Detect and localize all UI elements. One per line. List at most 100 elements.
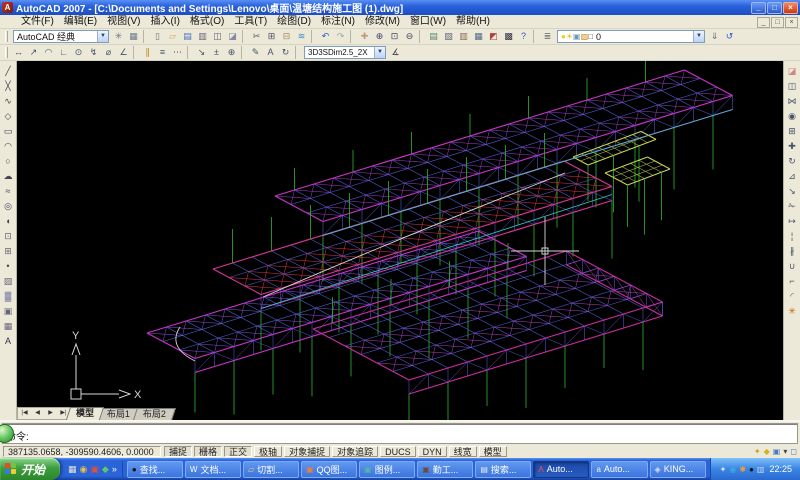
sheetset-manager-icon[interactable]: ▦ <box>471 30 486 44</box>
task-word-doc[interactable]: W 文档... <box>185 461 241 478</box>
command-text-area[interactable]: 命令: <box>2 423 798 444</box>
tool-palettes-icon[interactable]: ▥ <box>456 30 471 44</box>
trim-icon[interactable]: ✁ <box>785 199 800 214</box>
radius-icon[interactable]: ⊙ <box>71 46 86 60</box>
rotate-icon[interactable]: ↻ <box>785 154 800 169</box>
toggle-model[interactable]: 模型 <box>479 446 507 457</box>
menu-file[interactable]: 文件(F) <box>16 15 59 28</box>
tolerance-icon[interactable]: ± <box>209 46 224 60</box>
zoom-window-icon[interactable]: ⊡ <box>387 30 402 44</box>
arc-length-icon[interactable]: ◠ <box>41 46 56 60</box>
menu-view[interactable]: 视图(V) <box>102 15 145 28</box>
zoom-realtime-icon[interactable]: ⊕ <box>372 30 387 44</box>
quick-launch-icon-1[interactable]: ◉ <box>80 462 88 476</box>
task-search[interactable]: ▤ 搜索... <box>475 461 531 478</box>
model-space-canvas[interactable]: YX |◀◀▶▶| 模型布局1布局2 <box>17 61 783 420</box>
mirror-icon[interactable]: ⋈ <box>785 94 800 109</box>
zoom-previous-icon[interactable]: ⊖ <box>402 30 417 44</box>
ellipse-icon[interactable]: ◎ <box>1 199 16 214</box>
markup-manager-icon[interactable]: ◩ <box>486 30 501 44</box>
task-folder-cut[interactable]: ▱ 切割... <box>243 461 299 478</box>
line-icon[interactable]: ╱ <box>1 64 16 79</box>
quick-launch-icon-3[interactable]: ◆ <box>102 462 109 476</box>
open-icon[interactable]: ▱ <box>165 30 180 44</box>
tray-input-icon[interactable]: ▥ <box>757 465 765 474</box>
tab-model[interactable]: 模型 <box>66 407 104 420</box>
circle-icon[interactable]: ○ <box>1 154 16 169</box>
toggle-lwt[interactable]: 线宽 <box>449 446 477 457</box>
menu-window[interactable]: 窗口(W) <box>405 15 451 28</box>
menu-draw[interactable]: 绘图(D) <box>272 15 316 28</box>
toggle-dyn[interactable]: DYN <box>418 446 447 457</box>
undo-icon[interactable]: ↶ <box>318 30 333 44</box>
restore-button[interactable]: □ <box>767 2 782 14</box>
save-icon[interactable]: ▤ <box>180 30 195 44</box>
copy-icon[interactable]: ⊞ <box>264 30 279 44</box>
help-icon[interactable]: ? <box>516 30 531 44</box>
toggle-snap[interactable]: 捕捉 <box>164 446 192 457</box>
clean-screen-icon[interactable]: ◻ <box>790 446 797 457</box>
toggle-ortho[interactable]: 正交 <box>224 446 252 457</box>
layer-manager-icon[interactable]: ≣ <box>540 30 555 44</box>
continue-icon[interactable]: ⋯ <box>170 46 185 60</box>
chamfer-icon[interactable]: ⌐ <box>785 274 800 289</box>
break-point-icon[interactable]: ¦ <box>785 229 800 244</box>
erase-icon[interactable]: ◪ <box>785 64 800 79</box>
pan-icon[interactable]: ✚ <box>357 30 372 44</box>
task-qq-image[interactable]: ▣ QQ图... <box>301 461 357 478</box>
extend-icon[interactable]: ↦ <box>785 214 800 229</box>
offset-icon[interactable]: ◉ <box>785 109 800 124</box>
task-qq-find[interactable]: ● 查找... <box>127 461 183 478</box>
layer-previous-icon[interactable]: ↺ <box>722 30 737 44</box>
break-icon[interactable]: ∦ <box>785 244 800 259</box>
paste-icon[interactable]: ⊟ <box>279 30 294 44</box>
region-icon[interactable]: ▣ <box>1 304 16 319</box>
task-legend[interactable]: ▣ 图例... <box>359 461 415 478</box>
aligned-dimension-icon[interactable]: ↗ <box>26 46 41 60</box>
chevron-down-icon[interactable]: ▼ <box>693 31 704 42</box>
tab-next-button[interactable]: ▶ <box>44 408 57 419</box>
toggle-grid[interactable]: 栅格 <box>194 446 222 457</box>
designcenter-icon[interactable]: ▨ <box>441 30 456 44</box>
scale-icon[interactable]: ⊿ <box>785 169 800 184</box>
hatch-icon[interactable]: ▨ <box>1 274 16 289</box>
doc-close-button[interactable]: × <box>785 17 798 28</box>
tab-first-button[interactable]: |◀ <box>18 408 31 419</box>
dimension-text-edit-icon[interactable]: A <box>263 46 278 60</box>
command-prompt[interactable]: 命令: <box>6 432 794 443</box>
quick-leader-icon[interactable]: ↘ <box>194 46 209 60</box>
task-autocad[interactable]: A Auto... <box>533 461 589 478</box>
move-icon[interactable]: ✚ <box>785 139 800 154</box>
menu-insert[interactable]: 插入(I) <box>145 15 184 28</box>
polygon-icon[interactable]: ◇ <box>1 109 16 124</box>
insert-block-icon[interactable]: ⊡ <box>1 229 16 244</box>
toggle-otrack[interactable]: 对象追踪 <box>332 446 378 457</box>
plot-icon[interactable]: ▥ <box>195 30 210 44</box>
tray-qq-icon[interactable]: ● <box>749 465 754 474</box>
copy-icon[interactable]: ◫ <box>785 79 800 94</box>
quick-dimension-icon[interactable]: ∥ <box>140 46 155 60</box>
spline-icon[interactable]: ≈ <box>1 184 16 199</box>
tray-rising-icon[interactable]: ✱ <box>739 465 746 474</box>
linear-dimension-icon[interactable]: ↔ <box>11 46 26 60</box>
make-object-layer-current-icon[interactable]: ⇓ <box>707 30 722 44</box>
gradient-icon[interactable]: ▓ <box>1 289 16 304</box>
menu-edit[interactable]: 编辑(E) <box>59 15 102 28</box>
comm-center-icon[interactable]: ✦ <box>754 446 761 457</box>
toolbar-grip[interactable] <box>5 31 8 42</box>
stretch-icon[interactable]: ↘ <box>785 184 800 199</box>
table-icon[interactable]: ▦ <box>1 319 16 334</box>
make-block-icon[interactable]: ⊞ <box>1 244 16 259</box>
task-kingsoft[interactable]: ◈ KING... <box>650 461 706 478</box>
cut-icon[interactable]: ✂ <box>249 30 264 44</box>
tray-msn-icon[interactable]: ◉ <box>729 465 736 474</box>
xref-icon[interactable]: ▣ <box>773 446 781 457</box>
toolbar-grip[interactable] <box>5 47 8 58</box>
dimension-style-icon[interactable]: ∡ <box>388 46 403 60</box>
menu-modify[interactable]: 修改(M) <box>360 15 405 28</box>
publish-icon[interactable]: ◪ <box>225 30 240 44</box>
tray-arrow-icon[interactable]: ▾ <box>783 446 787 457</box>
dimstyle-combo[interactable]: 3D3SDim2.5_2X ▼ <box>304 46 386 59</box>
ellipse-arc-icon[interactable]: ◖ <box>1 214 16 229</box>
properties-icon[interactable]: ▤ <box>426 30 441 44</box>
